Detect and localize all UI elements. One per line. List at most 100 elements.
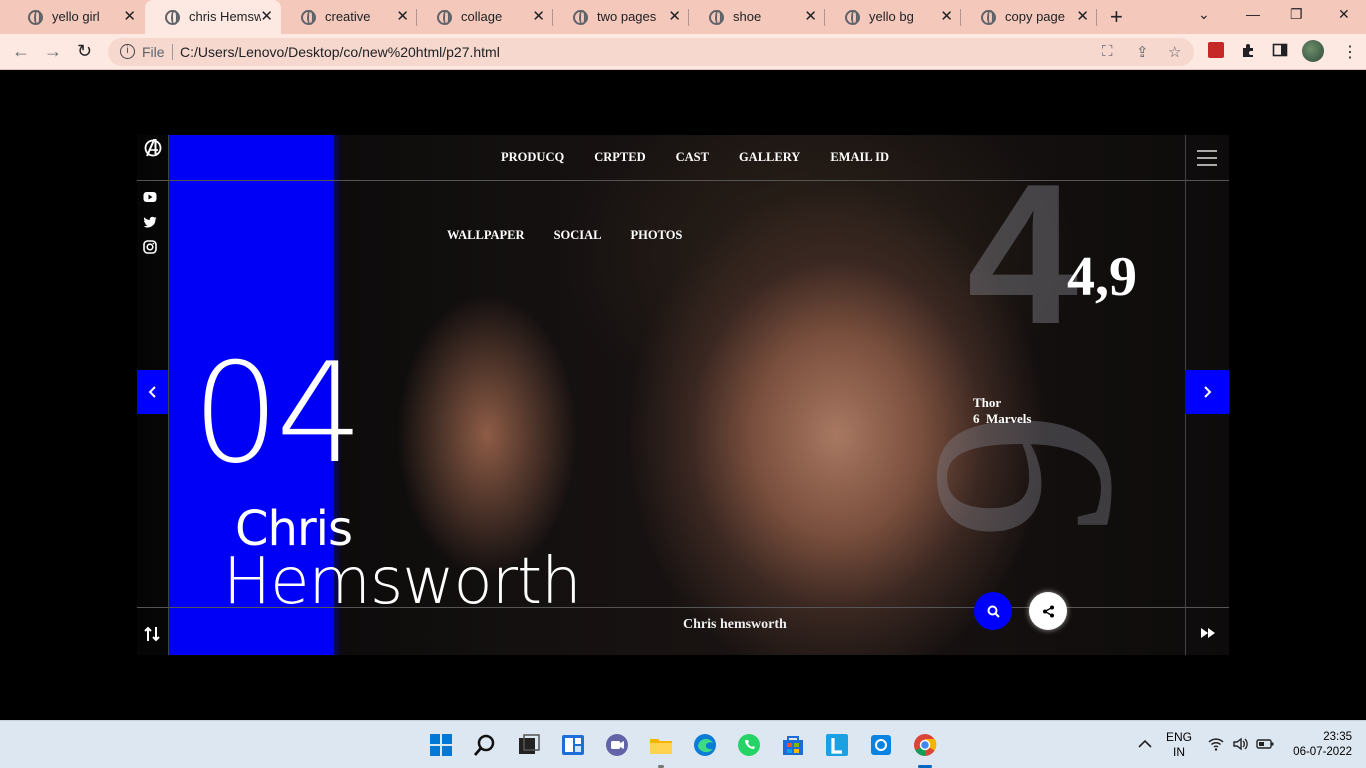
clock-time: 23:35 <box>1323 731 1352 743</box>
chevron-right-icon <box>1204 386 1212 398</box>
info-icon[interactable]: i <box>120 44 135 59</box>
reload-icon[interactable]: ↻ <box>77 41 92 62</box>
close-icon[interactable]: ✕ <box>396 7 409 25</box>
widgets-icon[interactable] <box>560 732 586 758</box>
movie-info: Thor 6 Marvels <box>973 395 1031 427</box>
close-icon[interactable]: ✕ <box>1076 7 1089 25</box>
tab-shoe[interactable]: shoe ✕ <box>689 0 825 34</box>
profile-avatar[interactable] <box>1302 40 1324 62</box>
address-bar[interactable]: i File C:/Users/Lenovo/Desktop/co/new%20… <box>108 38 1194 66</box>
forward-icon[interactable]: → <box>44 41 62 62</box>
nav-link-cast[interactable]: CAST <box>676 150 709 165</box>
fast-forward-icon[interactable] <box>1200 627 1216 639</box>
tray-chevron-up-icon[interactable] <box>1138 739 1152 749</box>
clock-date: 06-07-2022 <box>1293 746 1352 758</box>
previous-slide-button[interactable] <box>137 370 168 414</box>
system-clock[interactable]: 23:35 06-07-2022 <box>1286 730 1352 760</box>
background-digit-9: 9 <box>878 410 1166 540</box>
l-app-icon[interactable] <box>824 732 850 758</box>
chrome-icon[interactable] <box>912 732 938 758</box>
tab-copy-page[interactable]: copy page ✕ <box>961 0 1097 34</box>
share-page-icon[interactable]: ⇪ <box>1136 43 1149 61</box>
taskbar: ENG IN 23:35 06-07-2022 <box>0 720 1366 768</box>
language-code: ENG <box>1166 730 1193 744</box>
teams-chat-icon[interactable] <box>604 732 630 758</box>
battery-icon[interactable] <box>1256 738 1274 750</box>
globe-icon <box>709 10 724 25</box>
microsoft-store-icon[interactable] <box>780 732 806 758</box>
edge-browser-icon[interactable] <box>692 732 718 758</box>
minimize-icon[interactable]: — <box>1246 6 1260 22</box>
nav-link-gallery[interactable]: GALLERY <box>739 150 800 165</box>
bookmark-star-icon[interactable]: ☆ <box>1168 43 1181 61</box>
tab-two-pages[interactable]: two pages ✕ <box>553 0 689 34</box>
close-icon[interactable]: ✕ <box>532 7 545 25</box>
share-button[interactable] <box>1029 592 1067 630</box>
nav-link-photos[interactable]: PHOTOS <box>631 228 683 243</box>
close-icon[interactable]: ✕ <box>668 7 681 25</box>
share-icon <box>1042 605 1054 617</box>
slide-number: 04 <box>192 333 364 494</box>
tab-chris-hemsworth[interactable]: chris Hemsworth✕ <box>145 0 281 34</box>
hamburger-icon[interactable] <box>1197 150 1217 166</box>
search-icon <box>987 605 1000 618</box>
close-window-icon[interactable]: ✕ <box>1338 6 1350 23</box>
tab-title: chris Hemsworth <box>189 9 261 24</box>
cortana-icon[interactable] <box>868 732 894 758</box>
region-code: IN <box>1173 745 1185 759</box>
whatsapp-icon[interactable] <box>736 732 762 758</box>
close-icon[interactable]: ✕ <box>940 7 953 25</box>
new-tab-icon[interactable]: + <box>1110 4 1123 30</box>
close-icon[interactable]: ✕ <box>123 7 136 25</box>
tab-separator <box>1096 9 1097 26</box>
search-button[interactable] <box>974 592 1012 630</box>
more-menu-icon[interactable]: ⋮ <box>1342 42 1358 62</box>
globe-icon <box>301 10 316 25</box>
sort-icon[interactable] <box>143 625 161 643</box>
wifi-icon[interactable] <box>1208 737 1224 751</box>
twitter-icon[interactable] <box>143 215 157 229</box>
restore-icon[interactable]: ❐ <box>1290 6 1303 23</box>
tab-search-icon[interactable]: ⌄ <box>1198 6 1210 23</box>
tab-collage[interactable]: collage ✕ <box>417 0 553 34</box>
extension-red-icon[interactable] <box>1208 42 1224 58</box>
footer-caption: Chris hemsworth <box>683 617 787 632</box>
header-divider <box>137 180 1229 181</box>
tab-title: creative <box>325 9 371 24</box>
tab-creative[interactable]: creative ✕ <box>281 0 417 34</box>
nav-link-wallpaper[interactable]: WALLPAPER <box>447 228 525 243</box>
tab-yello-bg[interactable]: yello bg ✕ <box>825 0 961 34</box>
file-explorer-icon[interactable] <box>648 732 674 758</box>
youtube-icon[interactable] <box>143 190 157 204</box>
nav-link-email-id[interactable]: EMAIL ID <box>830 150 889 165</box>
search-taskbar-icon[interactable] <box>472 732 498 758</box>
close-icon[interactable]: ✕ <box>260 7 273 25</box>
tab-title: collage <box>461 9 503 24</box>
tab-yello-girl[interactable]: yello girl ✕ <box>8 0 144 34</box>
tab-title: copy page <box>1005 9 1065 24</box>
movie-count: 6 Marvels <box>973 411 1032 426</box>
task-view-icon[interactable] <box>516 732 542 758</box>
nav-link-social[interactable]: SOCIAL <box>554 228 602 243</box>
nav-link-producq[interactable]: PRODUCQ <box>501 150 564 165</box>
hero-slider: 4 9 PRODUCQ CRPTED CAST GALLERY EMAIL ID… <box>137 135 1229 655</box>
tab-title: two pages <box>597 9 657 24</box>
windows-start-icon[interactable] <box>428 732 454 758</box>
nav-link-crpted[interactable]: CRPTED <box>594 150 645 165</box>
url-text[interactable]: C:/Users/Lenovo/Desktop/co/new%20html/p2… <box>180 44 500 60</box>
language-indicator[interactable]: ENG IN <box>1166 730 1192 760</box>
avengers-logo-icon[interactable] <box>143 138 163 158</box>
scheme-label: File <box>142 44 165 60</box>
side-panel-icon[interactable] <box>1272 42 1288 58</box>
volume-icon[interactable] <box>1232 737 1248 751</box>
puzzle-icon[interactable] <box>1240 42 1256 58</box>
globe-icon <box>981 10 996 25</box>
close-icon[interactable]: ✕ <box>804 7 817 25</box>
back-icon[interactable]: ← <box>12 41 30 62</box>
movie-title: Thor <box>973 395 1002 410</box>
next-slide-button[interactable] <box>1185 370 1229 414</box>
tab-separator <box>688 9 689 26</box>
globe-icon <box>28 10 43 25</box>
instagram-icon[interactable] <box>143 240 157 254</box>
translate-icon[interactable]: ⛶ <box>1102 43 1113 60</box>
